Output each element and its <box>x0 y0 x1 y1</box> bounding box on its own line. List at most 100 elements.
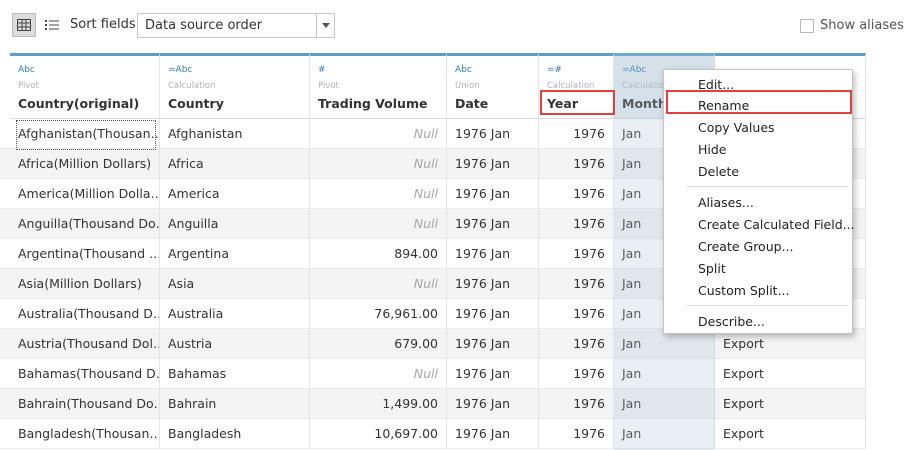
table-cell-year[interactable]: 1976 <box>539 389 614 419</box>
table-cell-year[interactable]: 1976 <box>539 299 614 329</box>
table-cell-country-orig[interactable]: Africa(Million Dollars) <box>10 149 160 179</box>
table-cell-country[interactable]: Bangladesh <box>160 419 310 449</box>
table-cell-date[interactable]: 1976 Jan <box>447 239 539 269</box>
menu-item-delete[interactable]: Delete <box>698 164 739 179</box>
table-cell-year[interactable]: 1976 <box>539 359 614 389</box>
table-cell-volume[interactable]: Null <box>310 179 447 209</box>
column-origin: Pivot <box>318 81 339 91</box>
table-cell-date[interactable]: 1976 Jan <box>447 419 539 449</box>
show-aliases-checkbox[interactable] <box>800 18 814 33</box>
table-cell-month[interactable]: Jan <box>614 419 715 449</box>
column-header-trading-volume[interactable]: # Pivot Trading Volume <box>310 53 447 119</box>
menu-item-create-group[interactable]: Create Group... <box>698 239 793 254</box>
table-cell-volume[interactable]: 1,499.00 <box>310 389 447 419</box>
menu-item-rename[interactable]: Rename <box>698 98 749 113</box>
table-cell-year[interactable]: 1976 <box>539 239 614 269</box>
menu-item-copy-values[interactable]: Copy Values <box>698 120 775 135</box>
table-cell-volume[interactable]: 76,961.00 <box>310 299 447 329</box>
show-aliases-toggle[interactable]: Show aliases <box>800 18 904 33</box>
table-cell-volume[interactable]: Null <box>310 359 447 389</box>
table-cell-date[interactable]: 1976 Jan <box>447 329 539 359</box>
table-cell-country[interactable]: Argentina <box>160 239 310 269</box>
calc-number-type-icon[interactable]: =# <box>547 65 613 79</box>
table-cell-country-orig[interactable]: America(Million Dolla… <box>10 179 160 209</box>
column-header-date[interactable]: Abc Union Date <box>447 53 539 119</box>
table-cell-month[interactable]: Jan <box>614 359 715 389</box>
table-row[interactable]: Bangladesh(Thousan… Bangladesh 10,697.00 19… <box>0 419 866 449</box>
table-cell-year[interactable]: 1976 <box>539 209 614 239</box>
sort-fields-value: Data source order <box>145 18 263 33</box>
table-cell-date[interactable]: 1976 Jan <box>447 179 539 209</box>
table-cell-country-orig[interactable]: Austria(Thousand Dol… <box>10 329 160 359</box>
table-row[interactable]: Bahrain(Thousand Do… Bahrain 1,499.00 1976 … <box>0 389 866 419</box>
table-cell-extra[interactable]: Export <box>715 419 866 449</box>
menu-item-create-calculated-field[interactable]: Create Calculated Field... <box>698 217 855 232</box>
table-cell-country[interactable]: Africa <box>160 149 310 179</box>
table-cell-country-orig[interactable]: Australia(Thousand D… <box>10 299 160 329</box>
table-cell-country-orig[interactable]: Afghanistan(Thousan… <box>10 119 160 149</box>
grid-view-button[interactable] <box>12 13 36 37</box>
table-cell-volume[interactable]: 679.00 <box>310 329 447 359</box>
sort-fields-label: Sort fields <box>70 17 136 32</box>
table-cell-country[interactable]: Asia <box>160 269 310 299</box>
column-name: Country(original) <box>18 96 140 111</box>
sort-fields-select[interactable]: Data source order <box>137 13 335 38</box>
table-cell-extra[interactable]: Export <box>715 359 866 389</box>
column-header-country[interactable]: =Abc Calculation Country <box>160 53 310 119</box>
table-cell-month[interactable]: Jan <box>614 389 715 419</box>
table-cell-country-orig[interactable]: Bangladesh(Thousan… <box>10 419 160 449</box>
number-type-icon[interactable]: # <box>318 65 446 79</box>
column-context-menu: Edit... Rename Copy Values Hide Delete A… <box>663 69 855 334</box>
menu-item-aliases[interactable]: Aliases... <box>698 195 754 210</box>
table-cell-country[interactable]: Bahrain <box>160 389 310 419</box>
chevron-down-icon[interactable] <box>316 14 334 37</box>
table-cell-country-orig[interactable]: Argentina(Thousand … <box>10 239 160 269</box>
table-cell-date[interactable]: 1976 Jan <box>447 209 539 239</box>
table-cell-volume[interactable]: 10,697.00 <box>310 419 447 449</box>
list-view-icon <box>45 20 59 30</box>
menu-separator <box>686 305 848 306</box>
table-cell-volume[interactable]: Null <box>310 269 447 299</box>
table-cell-country[interactable]: Afghanistan <box>160 119 310 149</box>
table-cell-date[interactable]: 1976 Jan <box>447 119 539 149</box>
table-cell-year[interactable]: 1976 <box>539 419 614 449</box>
calc-string-type-icon[interactable]: =Abc <box>168 65 309 79</box>
table-cell-date[interactable]: 1976 Jan <box>447 149 539 179</box>
menu-item-split[interactable]: Split <box>698 261 726 276</box>
menu-separator <box>686 186 848 187</box>
table-cell-country[interactable]: Anguilla <box>160 209 310 239</box>
table-cell-country-orig[interactable]: Bahrain(Thousand Do… <box>10 389 160 419</box>
list-view-button[interactable] <box>40 13 64 37</box>
column-header-country-original[interactable]: Abc Pivot Country(original) <box>10 53 160 119</box>
table-cell-volume[interactable]: Null <box>310 149 447 179</box>
table-cell-date[interactable]: 1976 Jan <box>447 269 539 299</box>
column-header-year[interactable]: =# Calculation Year <box>539 53 614 119</box>
table-cell-year[interactable]: 1976 <box>539 179 614 209</box>
table-cell-date[interactable]: 1976 Jan <box>447 359 539 389</box>
table-cell-country-orig[interactable]: Bahamas(Thousand D… <box>10 359 160 389</box>
column-name: Year <box>547 96 578 111</box>
table-cell-country-orig[interactable]: Anguilla(Thousand Do… <box>10 209 160 239</box>
table-cell-date[interactable]: 1976 Jan <box>447 299 539 329</box>
table-cell-volume[interactable]: Null <box>310 119 447 149</box>
table-cell-volume[interactable]: Null <box>310 209 447 239</box>
table-cell-country-orig[interactable]: Asia(Million Dollars) <box>10 269 160 299</box>
table-cell-country[interactable]: Bahamas <box>160 359 310 389</box>
table-row[interactable]: Bahamas(Thousand D… Bahamas Null 1976 Jan 19… <box>0 359 866 389</box>
table-cell-extra[interactable]: Export <box>715 389 866 419</box>
table-cell-date[interactable]: 1976 Jan <box>447 389 539 419</box>
table-cell-year[interactable]: 1976 <box>539 269 614 299</box>
table-cell-volume[interactable]: 894.00 <box>310 239 447 269</box>
table-cell-year[interactable]: 1976 <box>539 119 614 149</box>
menu-item-custom-split[interactable]: Custom Split... <box>698 283 790 298</box>
table-cell-year[interactable]: 1976 <box>539 149 614 179</box>
string-type-icon[interactable]: Abc <box>18 65 159 79</box>
table-cell-country[interactable]: Austria <box>160 329 310 359</box>
menu-item-edit[interactable]: Edit... <box>698 77 734 92</box>
menu-item-describe[interactable]: Describe... <box>698 314 765 329</box>
table-cell-year[interactable]: 1976 <box>539 329 614 359</box>
table-cell-country[interactable]: America <box>160 179 310 209</box>
string-type-icon[interactable]: Abc <box>455 65 538 79</box>
table-cell-country[interactable]: Australia <box>160 299 310 329</box>
menu-item-hide[interactable]: Hide <box>698 142 727 157</box>
